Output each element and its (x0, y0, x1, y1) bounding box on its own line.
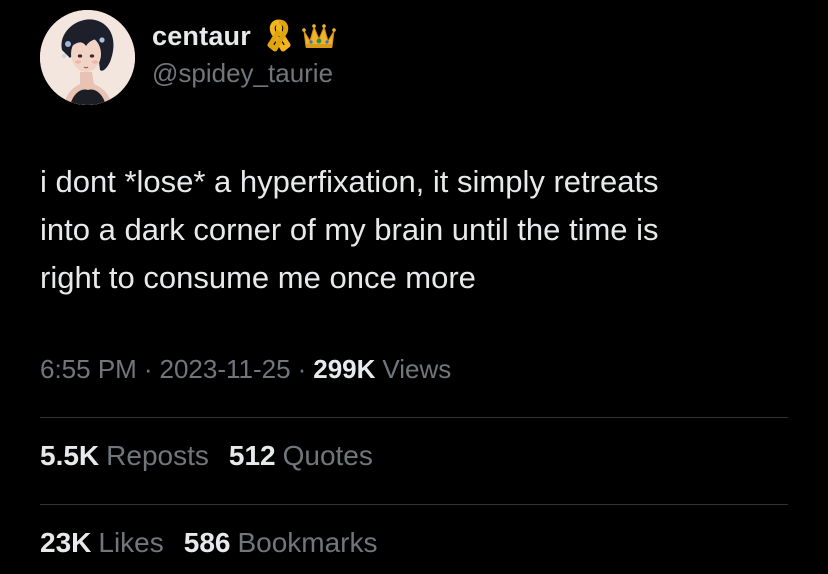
tweet-text: i dont *lose* a hyperfixation, it simply… (40, 158, 800, 302)
divider (40, 417, 788, 418)
likes-label: Likes (98, 527, 164, 558)
views-count: 299K (313, 354, 376, 384)
reposts-label: Reposts (106, 440, 209, 471)
bookmarks-label: Bookmarks (237, 527, 378, 558)
bookmarks-stat[interactable]: 586 Bookmarks (184, 527, 378, 559)
reposts-stat[interactable]: 5.5K Reposts (40, 440, 209, 472)
tweet-meta: 6:55 PM · 2023-11-25 · 299K Views (40, 354, 451, 385)
avatar-illustration (40, 10, 135, 105)
quotes-label: Quotes (282, 440, 373, 471)
tweet-time[interactable]: 6:55 PM (40, 354, 137, 385)
quotes-stat[interactable]: 512 Quotes (229, 440, 373, 472)
tweet-text-line: into a dark corner of my brain until the… (40, 212, 659, 247)
user-handle[interactable]: @spidey_taurie (152, 58, 333, 89)
likes-count: 23K (40, 527, 92, 558)
tweet-detail: centaur @spidey_taurie i dont *lose* a h… (0, 0, 828, 574)
tweet-text-line: right to consume me once more (40, 260, 476, 295)
user-name-row: centaur (152, 18, 337, 54)
ribbon-icon (265, 19, 293, 53)
tweet-date[interactable]: 2023-11-25 (160, 354, 291, 385)
avatar[interactable] (40, 10, 135, 105)
engagement-row-reposts: 5.5K Reposts 512 Quotes (40, 440, 393, 472)
quotes-count: 512 (228, 440, 276, 471)
meta-separator: · (297, 354, 307, 384)
reposts-count: 5.5K (40, 440, 100, 471)
tweet-text-line: i dont *lose* a hyperfixation, it simply… (40, 164, 659, 199)
engagement-row-likes: 23K Likes 586 Bookmarks (40, 527, 398, 559)
meta-separator: · (143, 354, 153, 384)
crown-icon (301, 21, 337, 51)
likes-stat[interactable]: 23K Likes (40, 527, 164, 559)
views-label: Views (382, 354, 452, 384)
display-name[interactable]: centaur (152, 21, 251, 52)
divider (40, 504, 788, 505)
bookmarks-count: 586 (183, 527, 231, 558)
